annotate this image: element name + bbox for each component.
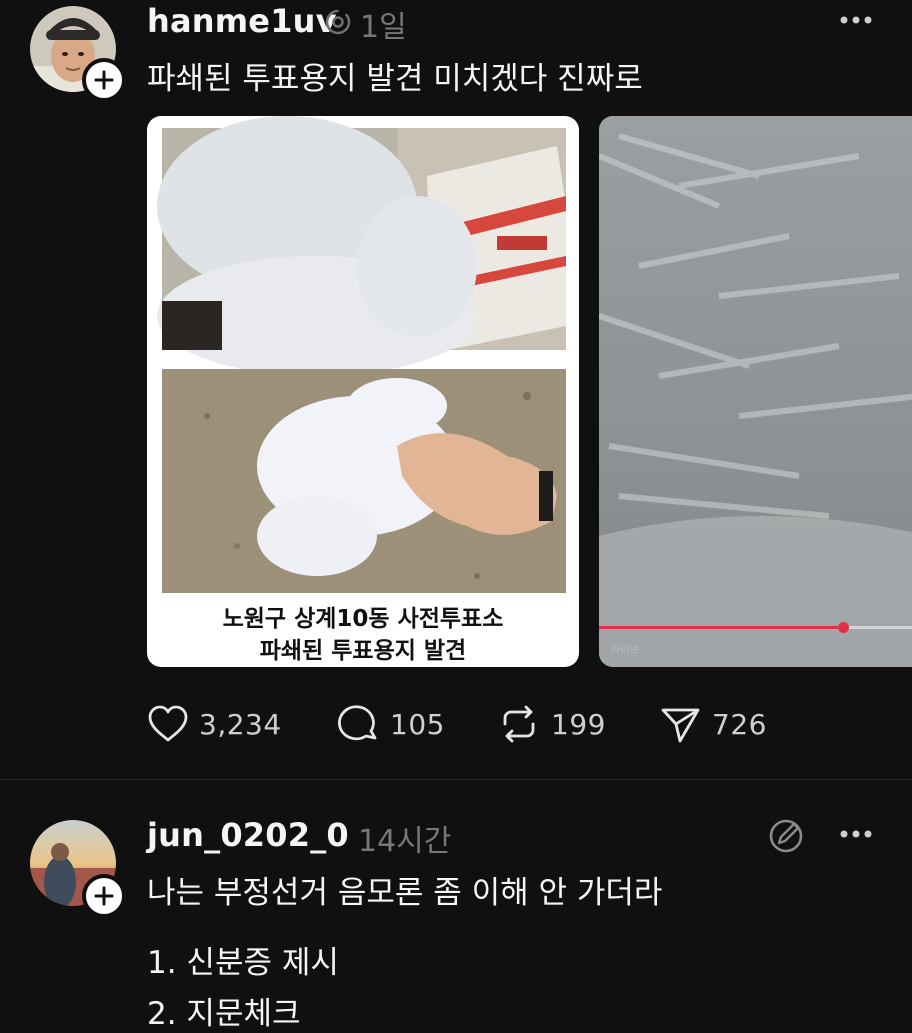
threads-badge-icon <box>325 9 351 35</box>
plus-icon <box>94 886 114 906</box>
more-icon <box>840 830 872 838</box>
heart-icon <box>148 705 188 742</box>
follow-button[interactable] <box>82 874 126 918</box>
image-caption-line-2: 파쇄된 투표용지 발견 <box>259 638 467 664</box>
follow-button[interactable] <box>82 58 126 102</box>
comment-button[interactable]: 105 <box>338 700 445 748</box>
share-count: 726 <box>712 707 767 741</box>
more-options-button[interactable] <box>836 814 876 854</box>
timestamp: 1일 <box>360 10 407 45</box>
post-text: 파쇄된 투표용지 발견 미치겠다 진짜로 <box>147 61 643 97</box>
comment-count: 105 <box>390 707 445 741</box>
post-video[interactable]: 라이브 <box>599 116 912 667</box>
like-count: 3,234 <box>199 707 282 741</box>
like-button[interactable]: 3,234 <box>147 700 282 748</box>
username[interactable]: hanme1uv <box>147 2 337 40</box>
video-progress-fill <box>599 626 844 629</box>
edit-button[interactable] <box>766 816 806 856</box>
post-image-collage[interactable]: 노원구 상계10동 사전투표소 파쇄된 투표용지 발견 <box>147 116 579 667</box>
video-frame <box>599 116 912 667</box>
image-caption-line-1: 노원구 상계10동 사전투표소 <box>222 606 504 632</box>
post-text-line: 1. 신분증 제시 <box>147 945 339 981</box>
collage-photos <box>157 116 566 593</box>
post-text-line: 나는 부정선거 음모론 좀 이해 안 가더라 <box>147 875 663 911</box>
share-button[interactable]: 726 <box>660 700 767 748</box>
send-icon <box>661 708 700 743</box>
live-label: 라이브 <box>611 645 639 656</box>
post-hanme1uv: hanme1uv 1일 파쇄된 투표용지 발견 미치겠다 진짜로 노원구 상계1… <box>0 0 912 780</box>
post-text-line: 2. 지문체크 <box>147 996 301 1032</box>
timestamp: 14시간 <box>358 824 452 859</box>
video-progress-track[interactable] <box>599 622 912 633</box>
repost-icon <box>503 705 535 743</box>
post-jun-0202-0: jun_0202_0 14시간 나는 부정선거 음모론 좀 이해 안 가더라 1… <box>0 780 912 1032</box>
repost-button[interactable]: 199 <box>497 700 606 748</box>
repost-count: 199 <box>551 707 606 741</box>
plus-icon <box>94 70 114 90</box>
more-options-button[interactable] <box>836 0 876 40</box>
username[interactable]: jun_0202_0 <box>147 816 349 854</box>
comment-icon <box>338 705 377 741</box>
edit-circle-icon <box>769 819 803 853</box>
more-icon <box>840 16 872 24</box>
